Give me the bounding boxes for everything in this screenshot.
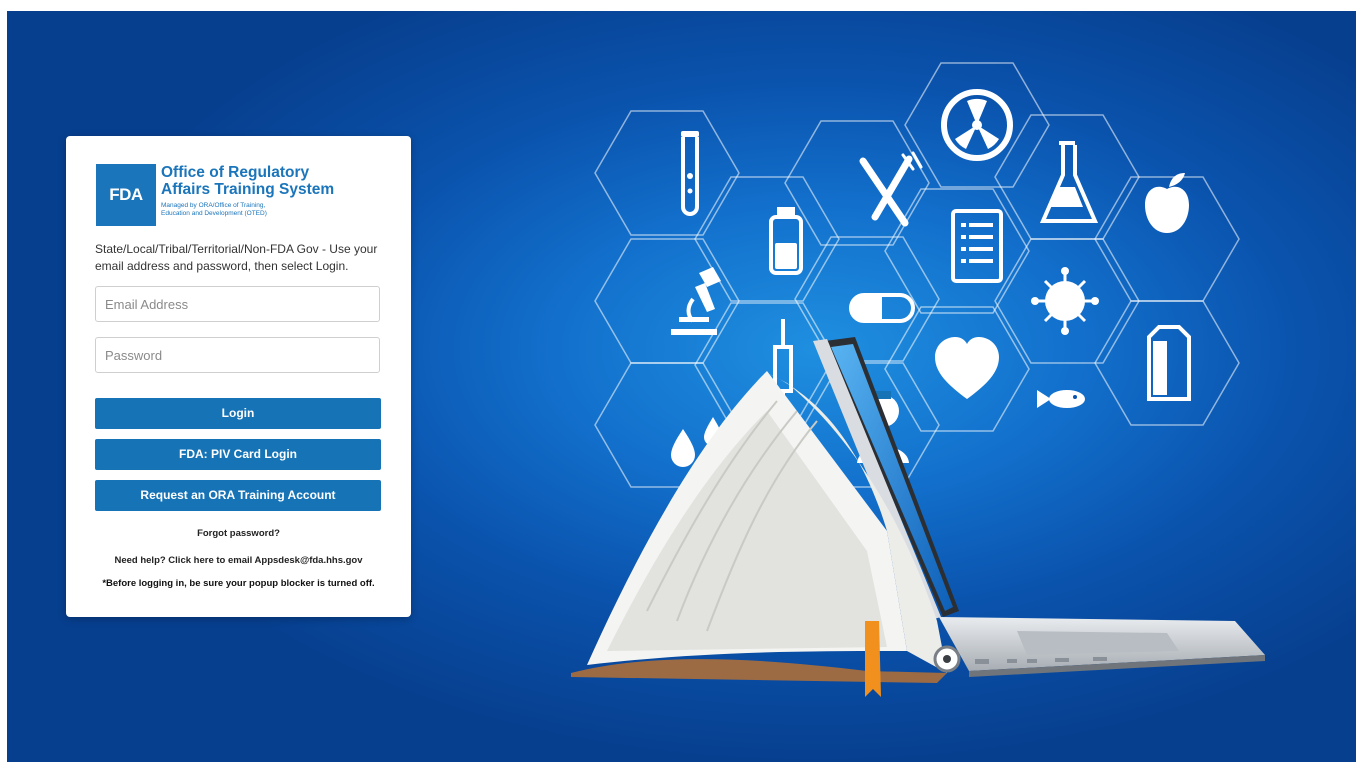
login-button[interactable]: Login: [95, 398, 381, 429]
test-tube-icon: [681, 131, 699, 216]
fish-icon: [1037, 390, 1085, 408]
pill-icon: [849, 293, 915, 323]
logo-title-line2: Affairs Training System: [161, 181, 335, 198]
logo-subtitle-line1: Managed by ORA/Office of Training,: [161, 202, 266, 209]
flask-icon: [1039, 141, 1099, 223]
heart-icon: [935, 337, 999, 399]
hero-background: FDA Office of Regulatory Affairs Trainin…: [7, 11, 1356, 762]
logo-subtitle-line2: Education and Development (OTED): [161, 210, 267, 217]
request-account-button[interactable]: Request an ORA Training Account: [95, 480, 381, 511]
piv-card-login-button[interactable]: FDA: PIV Card Login: [95, 439, 381, 470]
radiation-icon: [941, 89, 1013, 161]
document-icon: [951, 209, 1003, 283]
bookmark-ribbon: [865, 621, 881, 697]
microscope-icon: [671, 267, 721, 335]
logo-title-line1: Office of Regulatory: [161, 164, 310, 181]
email-field[interactable]: [95, 286, 380, 322]
forgot-password-link[interactable]: Forgot password?: [66, 528, 411, 539]
password-field[interactable]: [95, 337, 380, 373]
medicine-bottle-icon: [769, 207, 803, 275]
milk-carton-icon: [1147, 325, 1191, 401]
help-email-link[interactable]: Need help? Click here to email Appsdesk@…: [66, 555, 411, 566]
open-book: [571, 371, 961, 697]
logo-title: Office of Regulatory Affairs Training Sy…: [161, 164, 371, 198]
ora-logo: FDA Office of Regulatory Affairs Trainin…: [96, 164, 376, 226]
popup-blocker-note: *Before logging in, be sure your popup b…: [102, 578, 375, 589]
virus-icon: [1031, 267, 1099, 335]
login-card: FDA Office of Regulatory Affairs Trainin…: [66, 136, 411, 617]
logo-subtitle: Managed by ORA/Office of Training, Educa…: [161, 202, 351, 218]
login-instructions: State/Local/Tribal/Territorial/Non-FDA G…: [95, 242, 378, 273]
apple-icon: [1145, 173, 1189, 233]
fda-logo-mark: FDA: [96, 164, 156, 226]
